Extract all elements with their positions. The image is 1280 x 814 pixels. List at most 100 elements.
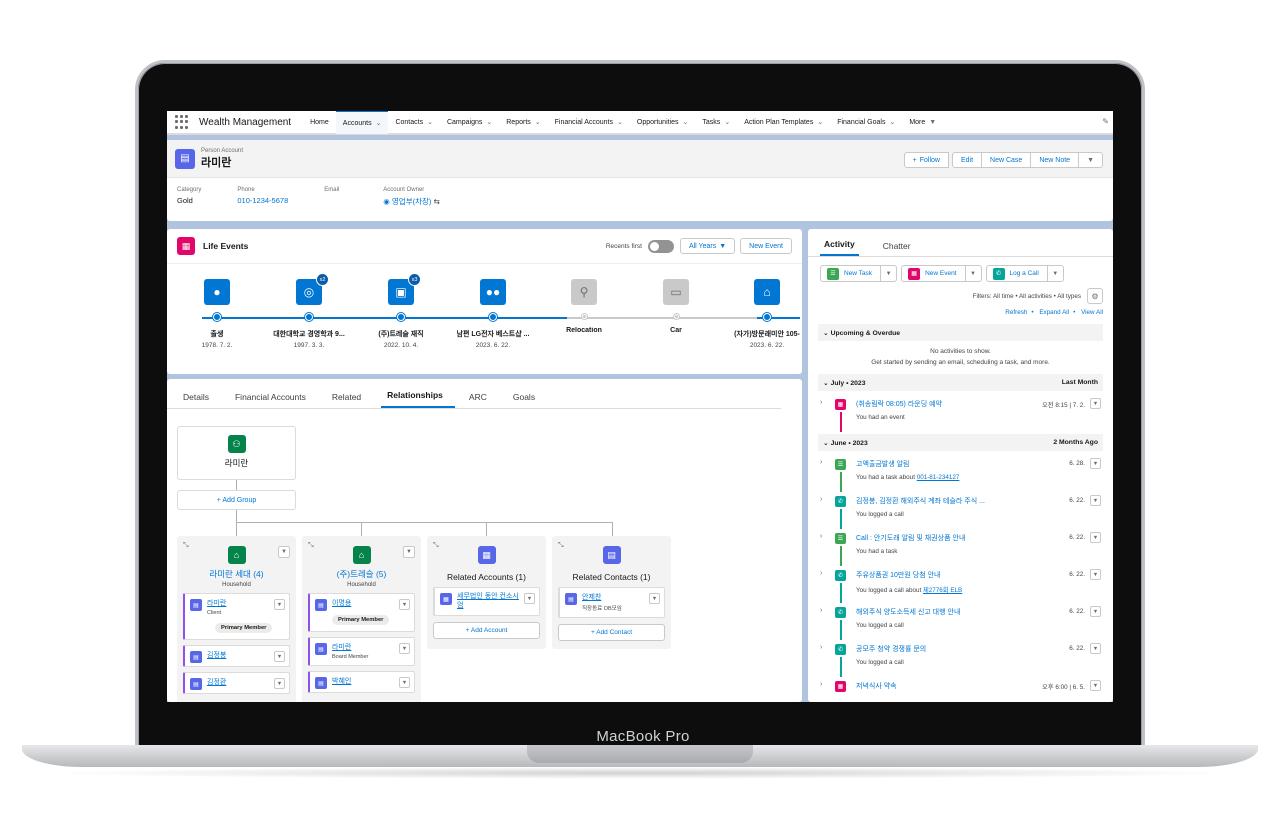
owner-link[interactable]: ◉ 영업부(차장) ⇆ — [383, 196, 440, 207]
chevron-down-icon[interactable]: ⌄ — [427, 118, 433, 126]
life-event-job[interactable]: ▣ x3 (주)트레슬 재직 2022. 10. 4. — [356, 273, 446, 349]
household-title[interactable]: 라미란 세대 (4) — [177, 568, 296, 580]
chevron-down-icon[interactable]: ⌄ — [486, 118, 492, 126]
gear-icon[interactable]: ⚙ — [1087, 288, 1103, 304]
tab-financial-accounts[interactable]: Financial Accounts — [229, 392, 318, 408]
more-actions-dropdown[interactable]: ▼ — [1078, 152, 1103, 168]
phone-link[interactable]: 010-1234-5678 — [237, 196, 288, 205]
caret-down-icon[interactable]: ▼ — [1046, 266, 1063, 281]
tab-relationships[interactable]: Relationships — [381, 390, 455, 408]
chevron-right-icon[interactable]: › — [820, 644, 822, 651]
activity-subject[interactable]: 저녁식사 약속 — [856, 681, 897, 691]
tab-goals[interactable]: Goals — [507, 392, 547, 408]
july-section-header[interactable]: ⌄ July • 2023 Last Month — [818, 374, 1103, 391]
activity-subject[interactable]: Call : 안기도래 알림 및 채권상품 안내 — [856, 533, 965, 543]
view-all-link[interactable]: View All — [1081, 309, 1103, 316]
tab-arc[interactable]: ARC — [463, 392, 499, 408]
recents-first-toggle[interactable] — [647, 239, 674, 253]
new-event-activity-button[interactable]: ▦ New Event ▼ — [901, 265, 982, 282]
nav-item-financial-goals[interactable]: Financial Goals ⌄ — [830, 111, 902, 134]
relationship-root-card[interactable]: ⚇ 라미란 — [177, 426, 296, 480]
collapse-icon[interactable]: ⤡ — [183, 542, 189, 550]
chevron-right-icon[interactable]: › — [820, 533, 822, 540]
nav-item-more[interactable]: More ▼ — [902, 111, 943, 134]
group-menu-dropdown[interactable]: ▼ — [403, 546, 415, 558]
member-menu-dropdown[interactable]: ▼ — [274, 651, 285, 662]
item-menu-dropdown[interactable]: ▼ — [1090, 495, 1101, 506]
chevron-down-icon[interactable]: ⌄ — [724, 118, 730, 126]
app-launcher-icon[interactable] — [175, 115, 189, 129]
chevron-down-icon[interactable]: ⌄ — [617, 118, 623, 126]
item-menu-dropdown[interactable]: ▼ — [1090, 643, 1101, 654]
collapse-icon[interactable]: ⤡ — [308, 542, 314, 550]
chevron-down-icon[interactable]: ⌄ — [889, 118, 895, 126]
member-menu-dropdown[interactable]: ▼ — [399, 643, 410, 654]
item-menu-dropdown[interactable]: ▼ — [649, 593, 660, 604]
june-section-header[interactable]: ⌄ June • 2023 2 Months Ago — [818, 434, 1103, 451]
expand-all-link[interactable]: Expand All — [1039, 309, 1069, 316]
chevron-right-icon[interactable]: › — [820, 681, 822, 688]
member-menu-dropdown[interactable]: ▼ — [399, 677, 410, 688]
nav-item-tasks[interactable]: Tasks ⌄ — [695, 111, 737, 134]
tab-activity[interactable]: Activity — [820, 239, 859, 256]
nav-item-action-plan-templates[interactable]: Action Plan Templates ⌄ — [737, 111, 830, 134]
item-menu-dropdown[interactable]: ▼ — [1090, 398, 1101, 409]
related-record-link[interactable]: 제2776회 ELB — [923, 587, 962, 594]
chevron-down-icon[interactable]: ⌄ — [817, 118, 823, 126]
member-menu-dropdown[interactable]: ▼ — [274, 678, 285, 689]
caret-down-icon[interactable]: ▼ — [929, 119, 936, 126]
life-event-graduation[interactable]: ◎ x2 대한대학교 경영학과 9... 1997. 3. 3. — [264, 273, 354, 349]
life-event-marriage[interactable]: ●● 남편 LG전자 베스트샵 ... 2023. 6. 22. — [448, 279, 538, 349]
chevron-right-icon[interactable]: › — [820, 496, 822, 503]
tab-chatter[interactable]: Chatter — [879, 241, 915, 256]
item-menu-dropdown[interactable]: ▼ — [1090, 680, 1101, 691]
new-task-button[interactable]: ☰ New Task ▼ — [820, 265, 898, 282]
new-case-button[interactable]: New Case — [981, 152, 1032, 168]
activity-item[interactable]: › ▦ (취송림락 08:05) 라운딩 예약 You had an event… — [818, 395, 1103, 432]
related-record-link[interactable]: 001-81-234127 — [917, 474, 960, 481]
chevron-right-icon[interactable]: › — [820, 399, 822, 406]
nav-item-opportunities[interactable]: Opportunities ⌄ — [630, 111, 696, 134]
follow-button[interactable]: + Follow — [903, 152, 949, 168]
tab-related[interactable]: Related — [326, 392, 373, 408]
chevron-right-icon[interactable]: › — [820, 607, 822, 614]
new-note-button[interactable]: New Note — [1030, 152, 1080, 168]
activity-subject[interactable]: 고액출금발생 알림 — [856, 459, 909, 469]
refresh-link[interactable]: Refresh — [1005, 309, 1027, 316]
activity-item[interactable]: › ▦ 저녁식사 약속 오후 6:00 | 6. 5. ▼ — [818, 677, 1103, 702]
nav-item-reports[interactable]: Reports ⌄ — [499, 111, 547, 134]
new-event-button[interactable]: New Event — [740, 238, 792, 254]
item-menu-dropdown[interactable]: ▼ — [524, 593, 535, 604]
nav-item-home[interactable]: Home — [303, 111, 336, 134]
member-menu-dropdown[interactable]: ▼ — [399, 599, 410, 610]
activity-item[interactable]: › ✆ 주유상품권 10만원 당첨 안내 You logged a call a… — [818, 566, 1103, 603]
chevron-down-icon[interactable]: ⌄ — [535, 118, 541, 126]
item-menu-dropdown[interactable]: ▼ — [1090, 569, 1101, 580]
item-menu-dropdown[interactable]: ▼ — [1090, 606, 1101, 617]
upcoming-section-header[interactable]: ⌄ Upcoming & Overdue — [818, 324, 1103, 341]
edit-button[interactable]: Edit — [951, 152, 983, 168]
activity-subject[interactable]: 공모주 청약 경쟁률 문의 — [856, 644, 926, 654]
activity-subject[interactable]: (취송림락 08:05) 라운딩 예약 — [856, 399, 942, 409]
activity-subject[interactable]: 해외주식 양도소득세 신고 대행 안내 — [856, 607, 960, 617]
chevron-right-icon[interactable]: › — [820, 459, 822, 466]
collapse-icon[interactable]: ⤡ — [433, 542, 439, 550]
tab-details[interactable]: Details — [177, 392, 221, 408]
activity-item[interactable]: › ☰ 고액출금발생 알림 You had a task about 001-8… — [818, 455, 1103, 492]
item-menu-dropdown[interactable]: ▼ — [1090, 458, 1101, 469]
caret-down-icon[interactable]: ▼ — [964, 266, 981, 281]
collapse-icon[interactable]: ⤡ — [558, 542, 564, 550]
chevron-down-icon[interactable]: ⌄ — [683, 118, 689, 126]
change-owner-icon[interactable]: ⇆ — [431, 197, 439, 206]
activity-subject[interactable]: 주유상품권 10만원 당첨 안내 — [856, 570, 940, 580]
add-contact-button[interactable]: + Add Contact — [558, 624, 665, 641]
activity-item[interactable]: › ☰ Call : 안기도래 알림 및 채권상품 안내 You had a t… — [818, 529, 1103, 566]
log-call-button[interactable]: ✆ Log a Call ▼ — [985, 265, 1064, 282]
nav-item-contacts[interactable]: Contacts ⌄ — [388, 111, 440, 134]
life-event-home[interactable]: ⌂ (자가)방문래미안 105- 2023. 6. 22. — [722, 279, 812, 349]
activity-item[interactable]: › ✆ 공모주 청약 경쟁률 문의 You logged a call 6. 2… — [818, 640, 1103, 677]
activity-item[interactable]: › ✆ 김정봉, 김정환 해외주식 계좌 테슬라 주식 ... You logg… — [818, 492, 1103, 529]
member-menu-dropdown[interactable]: ▼ — [274, 599, 285, 610]
nav-item-accounts[interactable]: Accounts ⌄ — [335, 111, 389, 134]
household-title[interactable]: (주)트레슬 (5) — [302, 568, 421, 580]
